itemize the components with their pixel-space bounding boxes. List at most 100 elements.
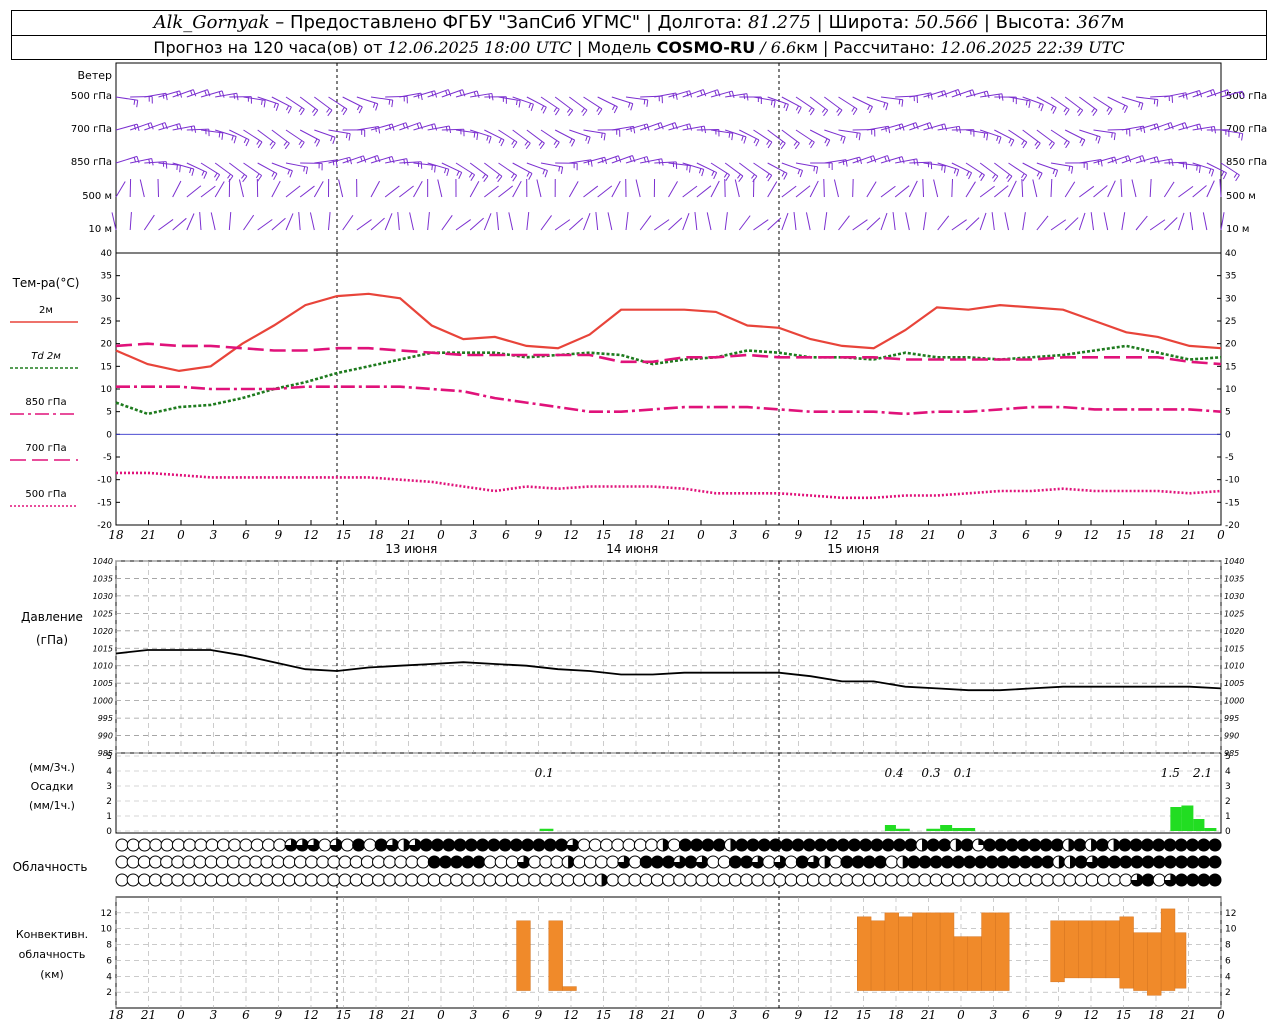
wind-barb xyxy=(937,215,950,231)
convective-ytick-right: 10 xyxy=(1225,925,1237,935)
wind-barb xyxy=(994,185,1009,198)
wind-barb xyxy=(880,185,896,198)
cloud-cover-symbol xyxy=(282,873,296,887)
wind-barb-flag xyxy=(837,109,843,117)
wind-barb-flag xyxy=(136,156,140,164)
wind-barb-flag xyxy=(617,155,622,163)
wind-barb xyxy=(512,162,533,174)
wind-barb xyxy=(328,129,351,135)
wind-barb xyxy=(767,162,788,174)
cloud-cover-symbol xyxy=(282,855,296,869)
cloud-cover-symbol xyxy=(974,855,988,869)
cloud-cover-symbol xyxy=(171,855,185,869)
wind-barb-flag xyxy=(980,174,985,182)
wind-barb-flag xyxy=(388,157,392,163)
wind-barb-flag xyxy=(912,123,916,129)
wind-barb xyxy=(979,185,995,198)
wind-barb xyxy=(922,178,924,198)
cloud-cover-symbol xyxy=(795,873,809,887)
cloud-cover-symbol xyxy=(329,838,343,852)
cloud-cover-symbol xyxy=(194,838,208,852)
wind-barb-flag xyxy=(525,142,531,150)
cloud-cover-symbol xyxy=(238,855,252,869)
wind-barb-flag xyxy=(1028,100,1031,108)
wind-barb-flag xyxy=(884,156,887,162)
wind-barb xyxy=(1079,185,1095,198)
cloud-cover-symbol xyxy=(494,855,508,869)
wind-barb-flag xyxy=(204,90,207,96)
cloud-cover-symbol xyxy=(695,873,709,887)
cloud-cover-symbol xyxy=(316,855,330,869)
wind-barb xyxy=(668,181,678,198)
wind-barb-flag xyxy=(345,133,348,139)
wind-barb-flag xyxy=(867,105,871,111)
cloud-cover-symbol xyxy=(1096,873,1110,887)
cloud-cover-symbol xyxy=(896,855,910,869)
wind-barb-flag xyxy=(858,133,861,141)
wind-barb-flag xyxy=(1208,168,1212,174)
wind-barb-flag xyxy=(542,169,546,175)
wind-barb-flag xyxy=(133,124,137,130)
wind-title: Ветер xyxy=(78,69,112,82)
cloud-cover-symbol xyxy=(773,873,787,887)
pressure-ytick-left: 1020 xyxy=(93,627,113,636)
wind-barb-flag xyxy=(753,138,757,144)
wind-barb-flag xyxy=(1022,174,1028,182)
wind-barb-flag xyxy=(955,90,958,96)
wind-barb xyxy=(654,219,670,231)
cloud-cover-symbol xyxy=(305,873,319,887)
temp-xtick-label: 0 xyxy=(437,528,445,542)
day-label: 13 июня xyxy=(385,542,437,556)
wind-barb xyxy=(682,212,690,231)
wind-barb xyxy=(583,213,591,231)
wind-barb-flag xyxy=(1078,109,1084,117)
cloud-cover-symbol xyxy=(1007,855,1021,869)
precip-value-label: 0.1 xyxy=(535,766,554,780)
temp-xtick-label: 6 xyxy=(762,528,770,542)
wind-barb xyxy=(568,181,579,198)
cloud-cover-symbol xyxy=(1041,873,1055,887)
precip-ytick-right: 4 xyxy=(1225,767,1231,777)
cloud-cover-symbol xyxy=(583,855,597,869)
temp-xtick-label: 18 xyxy=(1148,528,1164,542)
wind-barb-flag xyxy=(1211,169,1215,177)
cloud-cover-symbol xyxy=(193,855,207,869)
wind-barb-flag xyxy=(1021,173,1025,179)
temp-xtick-label: 3 xyxy=(470,528,478,542)
cloud-cover-symbol xyxy=(1119,855,1133,869)
wind-barb-flag xyxy=(738,175,744,183)
cloud-cover-symbol xyxy=(1174,838,1188,852)
precip-ytick-right: 1 xyxy=(1225,812,1231,822)
cloud-cover-symbol xyxy=(951,873,965,887)
cloud-cover-symbol xyxy=(971,838,985,852)
cloud-cover-symbol xyxy=(1030,873,1044,887)
wind-barb xyxy=(892,212,896,231)
wind-barb-flag xyxy=(824,138,828,144)
wind-barb-flag xyxy=(176,164,178,171)
cloud-cover-symbol xyxy=(239,838,253,852)
temp-ytick-right: -20 xyxy=(1225,521,1240,531)
wind-barb xyxy=(508,212,514,231)
wind-barb-flag xyxy=(701,169,705,177)
cloud-cover-symbol xyxy=(628,855,642,869)
wind-barb-flag xyxy=(148,159,151,165)
wind-barb xyxy=(923,212,927,231)
cloud-cover-symbol xyxy=(318,838,332,852)
convective-bar xyxy=(1174,932,1187,989)
wind-barb-flag xyxy=(992,174,996,179)
wind-barb-flag xyxy=(311,108,316,113)
wind-barb-flag xyxy=(326,108,330,113)
wind-barb-flag xyxy=(289,170,293,178)
convective-xtick-label: 21 xyxy=(660,1008,676,1022)
precip-bar xyxy=(952,828,976,831)
cloud-cover-symbol xyxy=(394,873,408,887)
cloud-cover-symbol xyxy=(1140,838,1154,852)
wind-barb xyxy=(370,96,393,101)
wind-barb-flag xyxy=(711,171,715,176)
cloud-cover-symbol xyxy=(408,838,422,852)
wind-barb-flag xyxy=(630,103,634,111)
wind-barb-flag xyxy=(1185,92,1188,100)
cloud-cover-symbol xyxy=(487,838,501,852)
convective-bar xyxy=(516,920,531,991)
wind-level-label-left: 850 гПа xyxy=(71,157,112,168)
